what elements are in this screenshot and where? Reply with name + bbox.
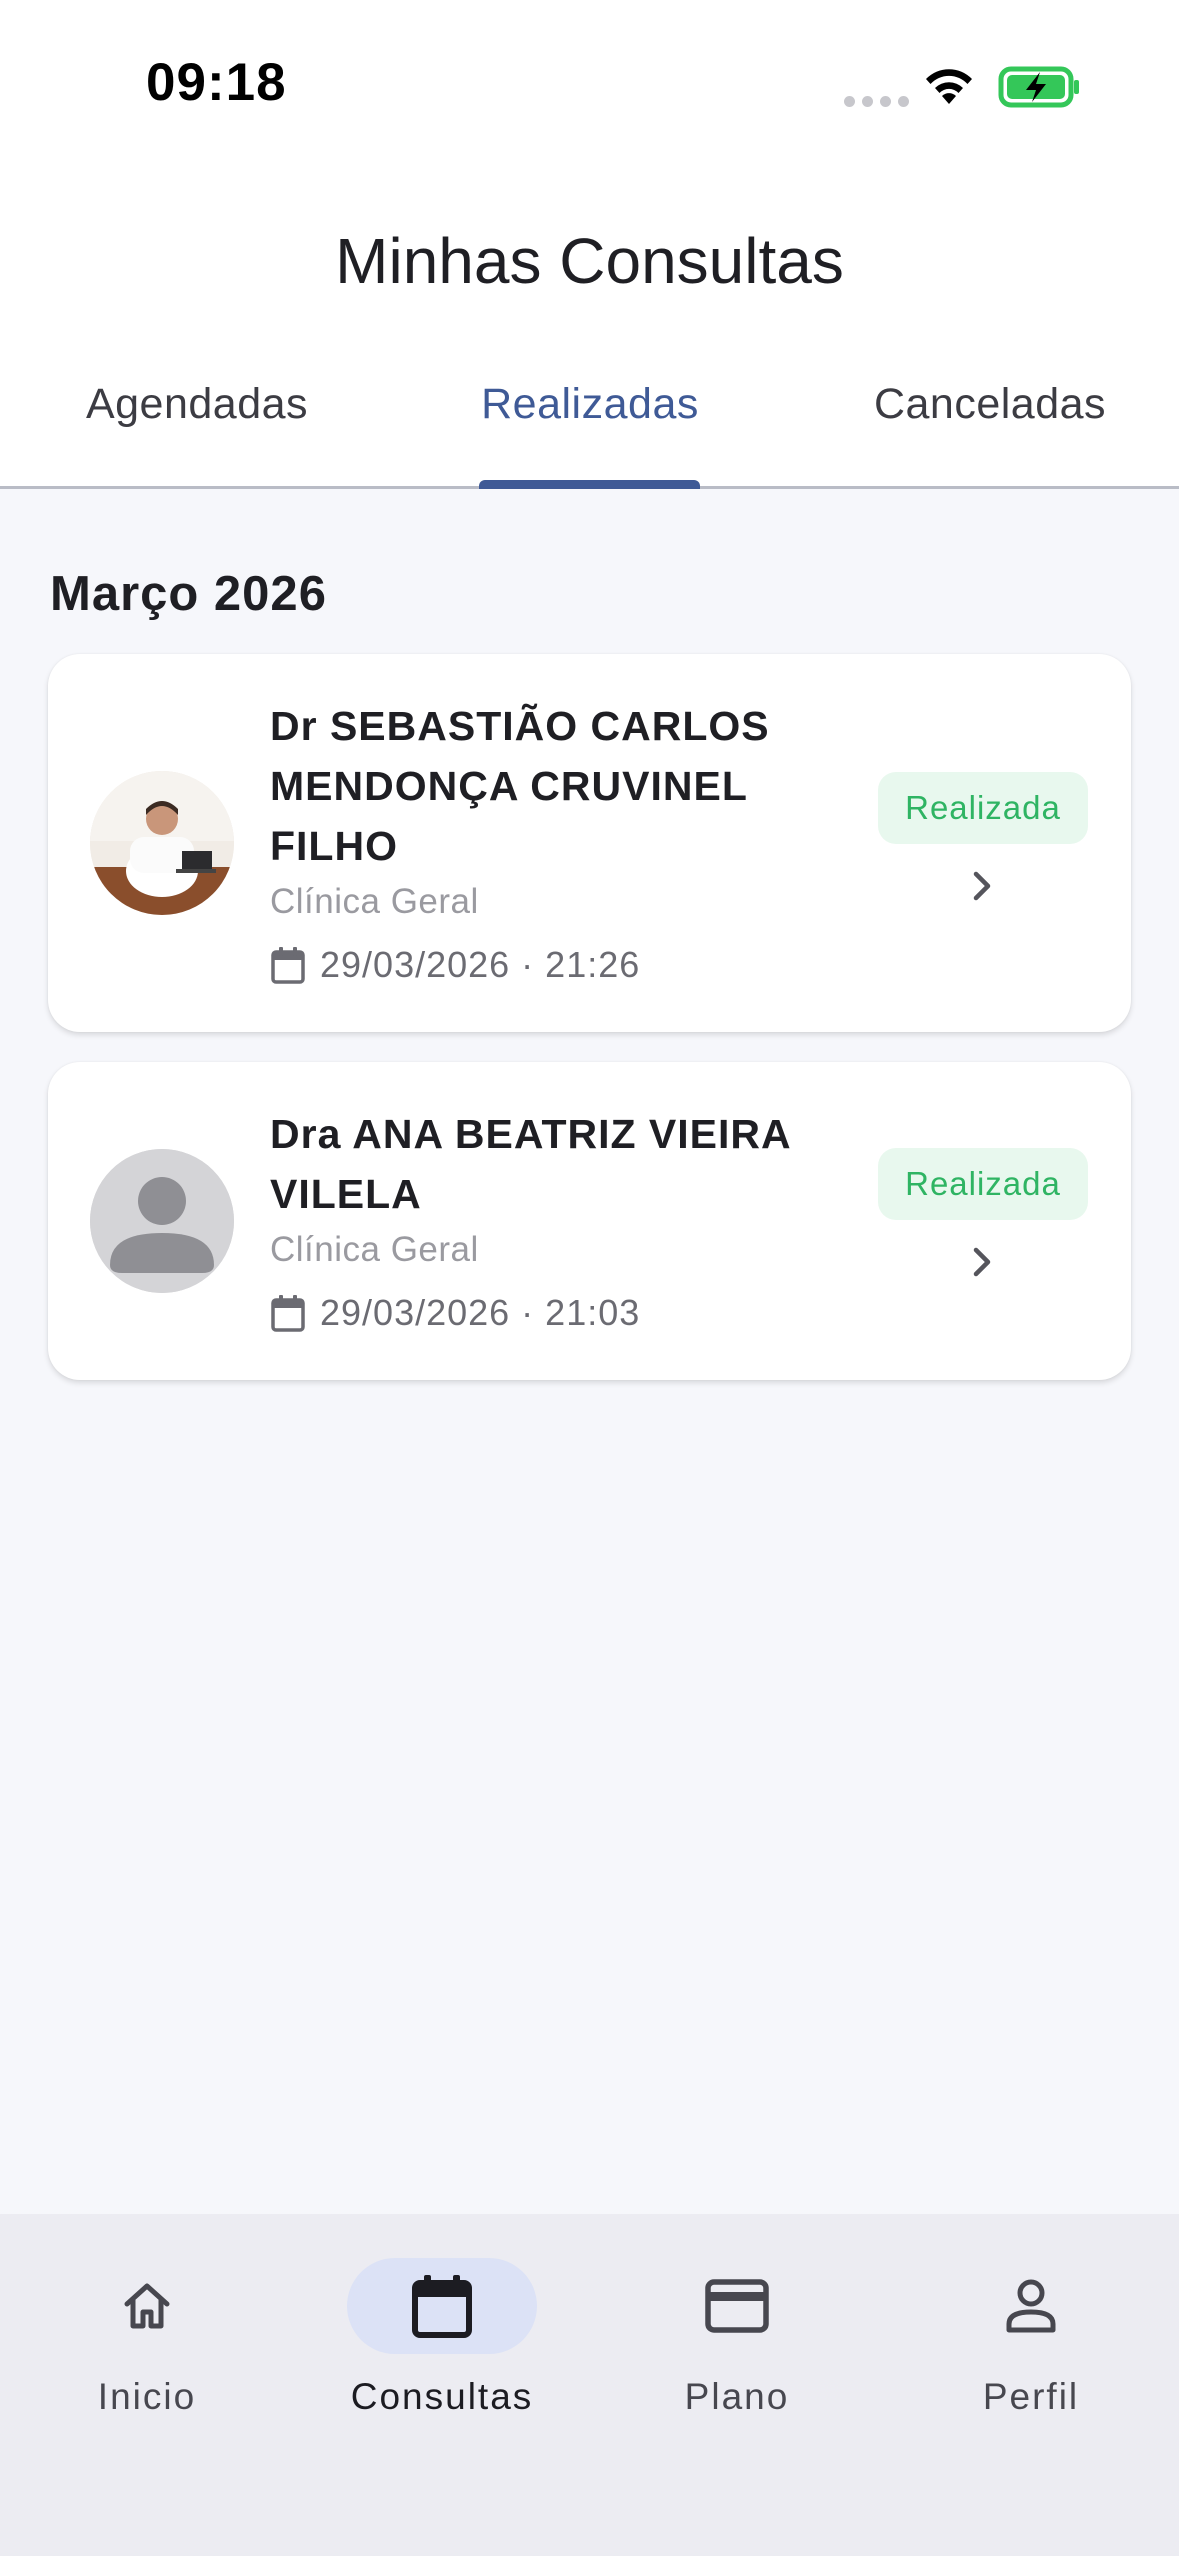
status-badge: Realizada <box>878 1148 1088 1220</box>
datetime-text: 29/03/2026 · 21:03 <box>320 1292 641 1333</box>
person-icon <box>1006 2279 1056 2333</box>
doctor-avatar <box>90 771 234 915</box>
chevron-right-icon[interactable] <box>966 866 1000 906</box>
doctor-photo <box>90 771 234 915</box>
tab-bar: Agendadas Realizadas Canceladas <box>0 378 1179 488</box>
specialty-label: Clínica Geral <box>270 1230 479 1269</box>
doctor-name: Dr SEBASTIÃO CARLOS MENDONÇA CRUVINEL FI… <box>270 703 770 869</box>
tab-agendadas[interactable]: Agendadas <box>40 378 354 488</box>
wifi-icon <box>926 69 972 104</box>
battery-charging-icon <box>998 66 1079 108</box>
appointment-card[interactable]: Dra ANA BEATRIZ VIEIRA VILELA Clínica Ge… <box>48 1062 1131 1380</box>
status-time: 09:18 <box>146 53 287 112</box>
cellular-signal-icon <box>844 96 909 107</box>
nav-item-consultas[interactable]: Consultas <box>322 2258 562 2418</box>
calendar-icon <box>271 947 305 984</box>
tab-active-indicator <box>479 480 700 489</box>
chevron-right-icon[interactable] <box>966 1242 1000 1282</box>
month-section-title: Março 2026 <box>50 567 327 621</box>
bottom-navigation: Inicio Consultas Plano Perfil <box>0 2214 1179 2556</box>
status-badge: Realizada <box>878 772 1088 844</box>
home-icon <box>124 2283 170 2329</box>
card-icon <box>705 2279 769 2333</box>
nav-item-perfil[interactable]: Perfil <box>911 2258 1151 2418</box>
appointment-card[interactable]: Dr SEBASTIÃO CARLOS MENDONÇA CRUVINEL FI… <box>48 654 1131 1032</box>
calendar-icon <box>271 1295 305 1332</box>
appointment-datetime: 29/03/2026 · 21:03 <box>270 1292 640 1334</box>
tab-canceladas[interactable]: Canceladas <box>840 378 1140 488</box>
app-header: Minhas Consultas Agendadas Realizadas Ca… <box>0 170 1179 488</box>
calendar-icon <box>412 2275 472 2338</box>
specialty-label: Clínica Geral <box>270 882 479 921</box>
nav-label: Plano <box>684 2376 790 2417</box>
nav-label: Inicio <box>97 2376 197 2417</box>
tab-realizadas[interactable]: Realizadas <box>440 378 740 488</box>
default-person-icon <box>90 1149 234 1293</box>
nav-item-inicio[interactable]: Inicio <box>27 2258 267 2418</box>
nav-label: Consultas <box>350 2376 534 2417</box>
doctor-avatar <box>90 1149 234 1293</box>
nav-label: Perfil <box>982 2376 1080 2417</box>
nav-item-plano[interactable]: Plano <box>617 2258 857 2418</box>
datetime-text: 29/03/2026 · 21:26 <box>320 944 641 985</box>
appointment-datetime: 29/03/2026 · 21:26 <box>270 944 640 986</box>
status-bar: 09:18 <box>0 0 1179 170</box>
page-title: Minhas Consultas <box>335 225 844 297</box>
doctor-name: Dra ANA BEATRIZ VIEIRA VILELA <box>270 1111 791 1217</box>
